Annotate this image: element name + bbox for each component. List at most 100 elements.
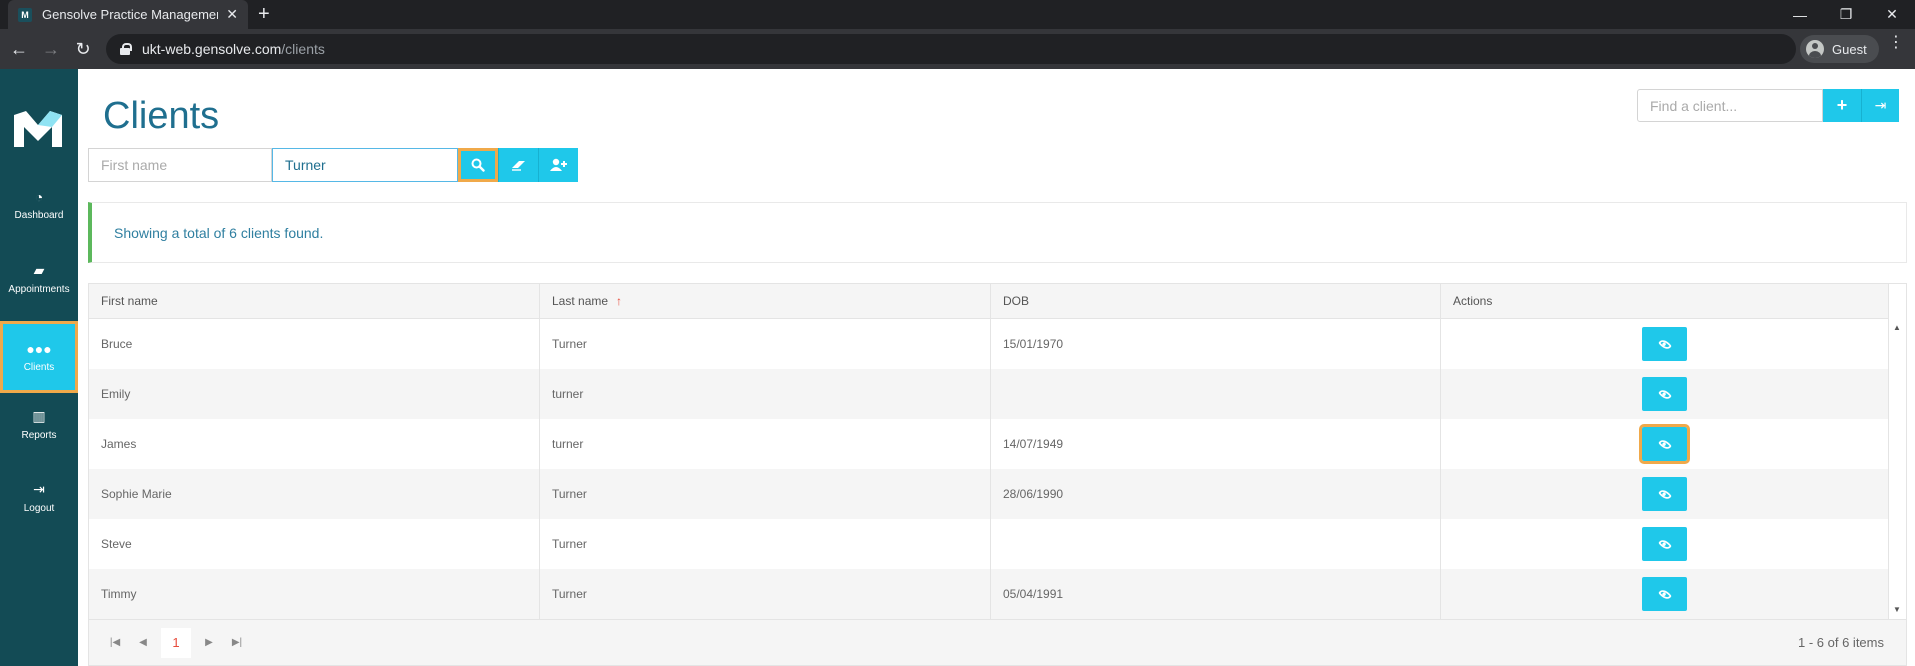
- cell-first-name: Bruce: [89, 319, 540, 369]
- sidebar-item-label: Appointments: [8, 283, 70, 295]
- cell-actions: [1441, 419, 1889, 469]
- cell-dob: [991, 519, 1441, 569]
- view-client-button[interactable]: [1642, 327, 1687, 361]
- dashboard-icon: ◔: [34, 189, 44, 205]
- cell-last-name: Turner: [540, 519, 991, 569]
- column-header-dob[interactable]: DOB: [991, 284, 1441, 319]
- view-client-button[interactable]: [1642, 477, 1687, 511]
- cell-last-name: turner: [540, 369, 991, 419]
- cell-last-name: turner: [540, 419, 991, 469]
- add-client-button[interactable]: [538, 148, 578, 182]
- page-number-button[interactable]: 1: [161, 627, 191, 658]
- app-sidebar: ◔ Dashboard ▰ Appointments ●●● Clients ▥…: [0, 69, 78, 666]
- restore-window-button[interactable]: ❐: [1823, 0, 1869, 29]
- browser-tab-bar: M Gensolve Practice Management ✕ + — ❐ ✕: [0, 0, 1915, 29]
- profile-button[interactable]: Guest: [1800, 35, 1879, 63]
- table-row[interactable]: Timmy Turner 05/04/1991: [89, 569, 1889, 619]
- eye-icon: [1657, 387, 1672, 401]
- clients-table: First name Last name ↑ DOB Actions Bruce …: [88, 283, 1907, 666]
- table-row[interactable]: Sophie Marie Turner 28/06/1990: [89, 469, 1889, 519]
- previous-page-icon[interactable]: ◀: [129, 629, 157, 657]
- cell-first-name: Steve: [89, 519, 540, 569]
- cell-dob: 15/01/1970: [991, 319, 1441, 369]
- gensolve-logo: [14, 111, 62, 147]
- profile-avatar-icon: [1806, 40, 1824, 58]
- search-icon: [471, 158, 485, 172]
- view-client-button[interactable]: [1642, 577, 1687, 611]
- cell-dob: 28/06/1990: [991, 469, 1441, 519]
- table-pager: |◀ ◀ 1 ▶ ▶| 1 - 6 of 6 items: [89, 619, 1906, 665]
- book-icon: ▰: [33, 261, 45, 278]
- minimize-window-button[interactable]: —: [1777, 0, 1823, 29]
- results-notice-text: Showing a total of 6 clients found.: [114, 224, 324, 241]
- open-client-button[interactable]: ⇥: [1861, 89, 1899, 122]
- sidebar-item-label: Clients: [23, 362, 55, 373]
- users-icon: ●●●: [26, 341, 52, 357]
- column-header-actions: Actions: [1441, 284, 1889, 319]
- sidebar-item-appointments[interactable]: ▰ Appointments: [0, 242, 78, 314]
- view-client-button[interactable]: [1642, 527, 1687, 561]
- pager-info: 1 - 6 of 6 items: [1798, 635, 1884, 650]
- reload-icon[interactable]: ↻: [71, 37, 95, 61]
- cell-actions: [1441, 369, 1889, 419]
- cell-first-name: Sophie Marie: [89, 469, 540, 519]
- search-button[interactable]: [458, 148, 498, 182]
- table-row[interactable]: Bruce Turner 15/01/1970: [89, 319, 1889, 369]
- close-window-button[interactable]: ✕: [1869, 0, 1915, 29]
- sidebar-item-dashboard[interactable]: ◔ Dashboard: [0, 169, 78, 241]
- plus-icon: +: [1836, 95, 1848, 115]
- eye-icon: [1657, 587, 1672, 601]
- add-user-icon: [549, 158, 567, 171]
- results-notice: Showing a total of 6 clients found.: [88, 202, 1907, 263]
- view-client-button[interactable]: [1642, 377, 1687, 411]
- column-header-first-name[interactable]: First name: [89, 284, 540, 319]
- cell-last-name: Turner: [540, 319, 991, 369]
- last-name-input[interactable]: [272, 148, 458, 182]
- sidebar-item-logout[interactable]: ⇥ Logout: [0, 461, 78, 533]
- cell-actions: [1441, 569, 1889, 619]
- browser-menu-icon[interactable]: ⋮: [1888, 35, 1904, 51]
- cell-actions: [1441, 319, 1889, 369]
- cell-dob: [991, 369, 1441, 419]
- scroll-up-icon[interactable]: ▲: [1893, 323, 1901, 332]
- last-page-icon[interactable]: ▶|: [223, 629, 251, 657]
- table-header: First name Last name ↑ DOB Actions: [89, 284, 1889, 319]
- view-client-button[interactable]: [1639, 424, 1690, 464]
- clear-search-button[interactable]: [498, 148, 538, 182]
- cell-actions: [1441, 469, 1889, 519]
- new-client-button[interactable]: +: [1823, 89, 1861, 122]
- app-favicon-icon: M: [18, 7, 32, 22]
- cell-actions: [1441, 519, 1889, 569]
- table-row[interactable]: Steve Turner: [89, 519, 1889, 569]
- browser-address-bar: ← → ↻ ukt-web.gensolve.com/clients Guest…: [0, 29, 1915, 69]
- eye-icon: [1657, 487, 1672, 501]
- table-row[interactable]: Emily turner: [89, 369, 1889, 419]
- table-body: Bruce Turner 15/01/1970 Emily turner Jam…: [89, 319, 1889, 619]
- cell-last-name: Turner: [540, 469, 991, 519]
- sidebar-item-label: Reports: [21, 429, 57, 441]
- find-client-input[interactable]: [1637, 89, 1823, 122]
- eraser-icon: [511, 161, 525, 171]
- sidebar-item-clients[interactable]: ●●● Clients: [0, 321, 78, 393]
- quick-find-toolbar: + ⇥: [1637, 89, 1899, 122]
- back-arrow-icon[interactable]: ←: [7, 37, 31, 61]
- forward-arrow-icon[interactable]: →: [39, 37, 63, 61]
- scroll-down-icon[interactable]: ▼: [1893, 605, 1901, 614]
- new-tab-button[interactable]: +: [258, 3, 270, 25]
- sidebar-item-reports[interactable]: ▥ Reports: [0, 388, 78, 460]
- close-tab-icon[interactable]: ✕: [226, 6, 238, 23]
- next-page-icon[interactable]: ▶: [195, 629, 223, 657]
- cell-last-name: Turner: [540, 569, 991, 619]
- bar-chart-icon: ▥: [32, 407, 46, 424]
- first-page-icon[interactable]: |◀: [101, 629, 129, 657]
- column-header-last-name[interactable]: Last name ↑: [540, 284, 991, 319]
- browser-tab[interactable]: M Gensolve Practice Management ✕: [8, 0, 248, 29]
- table-scrollbar[interactable]: ▲ ▼: [1889, 319, 1906, 619]
- sidebar-item-label: Dashboard: [14, 210, 64, 221]
- cell-first-name: James: [89, 419, 540, 469]
- url-path: /clients: [281, 41, 325, 57]
- table-row[interactable]: James turner 14/07/1949: [89, 419, 1889, 469]
- lock-icon: [120, 43, 132, 55]
- url-input[interactable]: ukt-web.gensolve.com/clients: [106, 34, 1796, 64]
- first-name-input[interactable]: [88, 148, 272, 182]
